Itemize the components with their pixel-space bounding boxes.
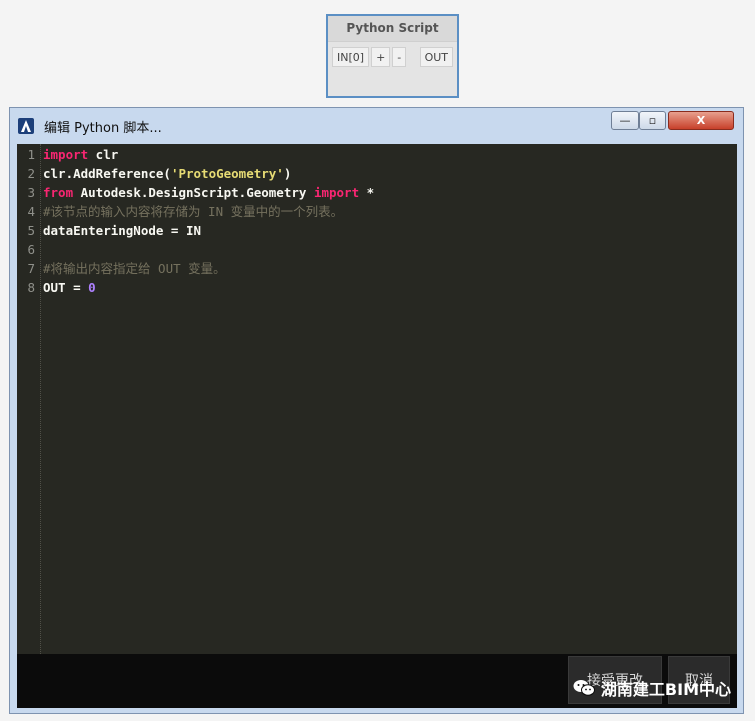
- code-token: OUT =: [43, 280, 89, 295]
- code-editor[interactable]: 1 import clr 2 clr.AddReference('ProtoGeome…: [17, 144, 737, 654]
- code-token: import: [313, 185, 360, 200]
- add-input-button[interactable]: +: [371, 47, 391, 67]
- line-number: 7: [27, 261, 35, 276]
- watermark: 湖南建工BIM中心: [573, 676, 731, 700]
- python-editor-window: 编辑 Python 脚本... — ▫ X 1 import clr 2 clr.Ad…: [9, 107, 744, 714]
- code-line[interactable]: 8 OUT = 0: [17, 278, 95, 297]
- code-line[interactable]: 2 clr.AddReference('ProtoGeometry'): [17, 164, 291, 183]
- close-button[interactable]: X: [668, 111, 734, 130]
- maximize-button[interactable]: ▫: [639, 111, 666, 130]
- button-bar: 接受更改 取消 湖南建工BIM中心: [17, 654, 737, 708]
- title-bar[interactable]: 编辑 Python 脚本... — ▫ X: [10, 108, 743, 144]
- code-token: *: [359, 185, 375, 200]
- node-title: Python Script: [328, 16, 457, 42]
- line-number: 1: [27, 147, 35, 162]
- code-token: clr.AddReference(: [43, 166, 171, 181]
- code-text: from Autodesk.DesignScript.Geometry impo…: [43, 183, 374, 202]
- code-token: #将输出内容指定给 OUT 变量。: [43, 261, 226, 276]
- code-token: clr: [88, 147, 119, 162]
- maximize-icon: ▫: [648, 114, 657, 127]
- python-script-node[interactable]: Python Script IN[0] + - OUT: [326, 14, 459, 98]
- code-line[interactable]: 6: [17, 240, 35, 259]
- code-text: #将输出内容指定给 OUT 变量。: [43, 259, 226, 278]
- watermark-text: 湖南建工BIM中心: [600, 680, 731, 699]
- line-number: 4: [27, 204, 35, 219]
- code-line[interactable]: 7 #将输出内容指定给 OUT 变量。: [17, 259, 225, 278]
- line-number: 6: [27, 242, 35, 257]
- node-ports: IN[0] + - OUT: [328, 42, 457, 68]
- code-token: 'ProtoGeometry': [170, 166, 284, 181]
- minimize-icon: —: [619, 114, 631, 127]
- remove-input-button[interactable]: -: [392, 47, 407, 67]
- code-line[interactable]: 5 dataEnteringNode = IN: [17, 221, 201, 240]
- code-text: #该节点的输入内容将存储为 IN 变量中的一个列表。: [43, 202, 343, 221]
- output-port-out[interactable]: OUT: [419, 47, 453, 67]
- code-token: #该节点的输入内容将存储为 IN 变量中的一个列表。: [43, 204, 344, 219]
- code-token: ): [283, 166, 292, 181]
- code-text: clr.AddReference('ProtoGeometry'): [43, 164, 291, 183]
- code-text: OUT = 0: [43, 278, 96, 297]
- code-token: Autodesk.DesignScript.Geometry: [73, 185, 314, 200]
- line-number: 5: [27, 223, 35, 238]
- code-line[interactable]: 4 #该节点的输入内容将存储为 IN 变量中的一个列表。: [17, 202, 343, 221]
- wechat-icon: [573, 680, 595, 696]
- gutter-divider: [40, 144, 42, 654]
- line-number: 3: [27, 185, 35, 200]
- window-title: 编辑 Python 脚本...: [44, 121, 162, 136]
- code-token: import: [43, 147, 89, 162]
- input-port-in0[interactable]: IN[0]: [332, 47, 370, 67]
- line-number: 8: [27, 280, 35, 295]
- code-text: dataEnteringNode = IN: [43, 221, 201, 240]
- code-token: dataEnteringNode = IN: [43, 223, 202, 238]
- minimize-button[interactable]: —: [611, 111, 639, 130]
- code-token: from: [43, 185, 74, 200]
- line-number: 2: [27, 166, 35, 181]
- code-text: import clr: [43, 145, 118, 164]
- close-icon: X: [696, 114, 706, 127]
- code-token: 0: [88, 280, 96, 295]
- dynamo-app-icon: [18, 118, 34, 134]
- code-line[interactable]: 1 import clr: [17, 145, 118, 164]
- code-line[interactable]: 3 from Autodesk.DesignScript.Geometry imp…: [17, 183, 374, 202]
